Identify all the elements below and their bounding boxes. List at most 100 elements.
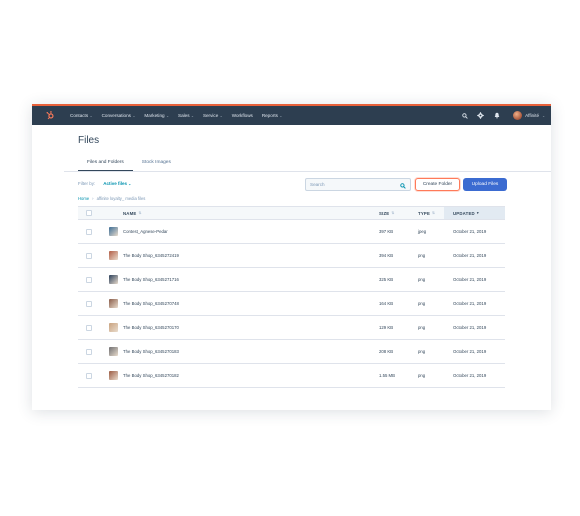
column-header-updated[interactable]: UPDATED ▾: [453, 211, 479, 216]
table-row[interactable]: Contest_Agnese-Pedar 397 KB jpeg October 21…: [78, 220, 505, 244]
table-row[interactable]: The Body Shop_6345270182 1.55 MB png Octobe…: [78, 364, 505, 388]
filter-label: Filter by:: [78, 181, 96, 186]
file-thumbnail: [109, 227, 118, 236]
row-checkbox[interactable]: [86, 300, 92, 307]
nav-item-label: Contacts: [70, 113, 89, 118]
chevron-down-icon: ⌄: [219, 113, 223, 118]
sort-icon: ⇅: [432, 211, 436, 215]
filter-value: Active files: [103, 181, 128, 186]
nav-item-label: Marketing: [144, 113, 165, 118]
breadcrumb-separator: ›: [92, 196, 94, 201]
file-name[interactable]: The Body Shop_6345270183: [123, 349, 179, 354]
file-thumbnail: [109, 275, 118, 284]
row-checkbox[interactable]: [86, 324, 92, 331]
sort-icon: ⇅: [391, 211, 395, 215]
file-thumbnail: [109, 323, 118, 332]
file-updated: October 21, 2019: [453, 349, 487, 354]
file-type: png: [418, 349, 426, 354]
nav-item-label: Service: [202, 113, 219, 118]
table-row[interactable]: The Body Shop_6345271716 325 KB png October…: [78, 268, 505, 292]
search-icon[interactable]: [400, 176, 406, 194]
table-row[interactable]: The Body Shop_6345272419 394 KB png October…: [78, 244, 505, 268]
sort-icon: ⇅: [138, 211, 142, 215]
chevron-down-icon: ⌄: [542, 113, 545, 118]
file-name[interactable]: The Body Shop_6345270170: [123, 325, 179, 330]
search-field[interactable]: [305, 178, 411, 191]
file-updated: October 21, 2019: [453, 301, 487, 306]
nav-item-workflows[interactable]: Workflows: [232, 113, 253, 118]
file-name[interactable]: Contest_Agnese-Pedar: [123, 229, 168, 234]
file-updated: October 21, 2019: [453, 229, 487, 234]
file-size: 397 KB: [379, 229, 394, 234]
file-thumbnail: [109, 251, 118, 260]
file-type: jpeg: [418, 229, 427, 234]
file-type: png: [418, 301, 426, 306]
avatar: [513, 111, 523, 120]
file-updated: October 21, 2019: [453, 277, 487, 282]
table-header: NAME ⇅ SIZE ⇅ TYPE ⇅ UPDATED ▾: [78, 206, 505, 220]
column-header-label: NAME: [123, 210, 137, 216]
nav-item-sales[interactable]: Sales ⌄: [178, 113, 194, 118]
row-checkbox[interactable]: [86, 252, 92, 259]
account-name: Affinité: [525, 113, 540, 118]
column-header-label: UPDATED: [453, 210, 475, 216]
file-size: 164 KB: [379, 301, 394, 306]
column-header-size[interactable]: SIZE ⇅: [379, 211, 394, 216]
tab-bar: Files and Folders Stock Images: [78, 157, 180, 172]
file-type: png: [418, 253, 426, 258]
breadcrumb: Home › affinite loyalty_ media files: [78, 196, 145, 201]
search-icon[interactable]: [461, 112, 468, 119]
file-thumbnail: [109, 347, 118, 356]
hubspot-logo-icon[interactable]: [43, 109, 57, 123]
column-header-type[interactable]: TYPE ⇅: [418, 211, 435, 216]
upload-files-button[interactable]: Upload Files: [463, 178, 507, 191]
create-folder-button[interactable]: Create Folder: [415, 178, 460, 191]
nav-item-label: Reports: [261, 113, 278, 118]
tab-stock-images[interactable]: Stock Images: [133, 157, 180, 172]
file-thumbnail: [109, 371, 118, 380]
row-checkbox[interactable]: [86, 348, 92, 355]
chevron-down-icon: ⌄: [279, 113, 283, 118]
file-size: 129 KB: [379, 325, 394, 330]
gear-icon[interactable]: [477, 112, 484, 119]
row-checkbox[interactable]: [86, 276, 92, 283]
chevron-down-icon: ⌄: [89, 113, 93, 118]
table-row[interactable]: The Body Shop_6345270183 208 KB png October…: [78, 340, 505, 364]
account-menu[interactable]: Affinité ⌄: [513, 111, 545, 120]
table-row[interactable]: The Body Shop_6345270748 164 KB png October…: [78, 292, 505, 316]
chevron-down-icon: ⌄: [128, 182, 132, 186]
app-window: Contacts ⌄ Conversations ⌄ Marketing ⌄ Sale…: [32, 104, 551, 410]
file-updated: October 21, 2019: [453, 253, 487, 258]
file-size: 394 KB: [379, 253, 394, 258]
tab-files-and-folders[interactable]: Files and Folders: [78, 157, 133, 172]
bell-icon[interactable]: [493, 112, 500, 119]
nav-item-contacts[interactable]: Contacts ⌄: [70, 113, 93, 118]
nav-utilities: Affinité ⌄: [461, 111, 545, 120]
search-input[interactable]: [310, 182, 400, 187]
table-body: Contest_Agnese-Pedar 397 KB jpeg October 21…: [78, 220, 505, 388]
table-row[interactable]: The Body Shop_6345270170 129 KB png October…: [78, 316, 505, 340]
nav-item-marketing[interactable]: Marketing ⌄: [144, 113, 169, 118]
chevron-down-icon: ⌄: [166, 113, 169, 118]
row-checkbox[interactable]: [86, 372, 92, 379]
file-thumbnail: [109, 299, 118, 308]
file-size: 325 KB: [379, 277, 394, 282]
nav-menu: Contacts ⌄ Conversations ⌄ Marketing ⌄ Sale…: [70, 113, 291, 118]
file-name[interactable]: The Body Shop_6345271716: [123, 277, 179, 282]
row-checkbox[interactable]: [86, 228, 92, 235]
chevron-down-icon: ⌄: [132, 113, 136, 118]
nav-item-label: Conversations: [101, 113, 131, 118]
file-name[interactable]: The Body Shop_6345270748: [123, 301, 179, 306]
nav-item-reports[interactable]: Reports ⌄: [262, 113, 283, 118]
nav-item-label: Workflows: [231, 113, 253, 118]
filter-dropdown[interactable]: Active files ⌄: [103, 181, 131, 186]
nav-item-label: Sales: [178, 113, 190, 118]
column-header-name[interactable]: NAME ⇅: [123, 211, 142, 216]
nav-item-conversations[interactable]: Conversations ⌄: [102, 113, 136, 118]
file-name[interactable]: The Body Shop_6345272419: [123, 253, 179, 258]
breadcrumb-home-link[interactable]: Home: [78, 196, 89, 201]
files-table: NAME ⇅ SIZE ⇅ TYPE ⇅ UPDATED ▾ Contest_Agnes…: [78, 206, 505, 388]
select-all-checkbox[interactable]: [86, 210, 92, 216]
nav-item-service[interactable]: Service ⌄: [203, 113, 223, 118]
file-name[interactable]: The Body Shop_6345270182: [123, 373, 179, 378]
